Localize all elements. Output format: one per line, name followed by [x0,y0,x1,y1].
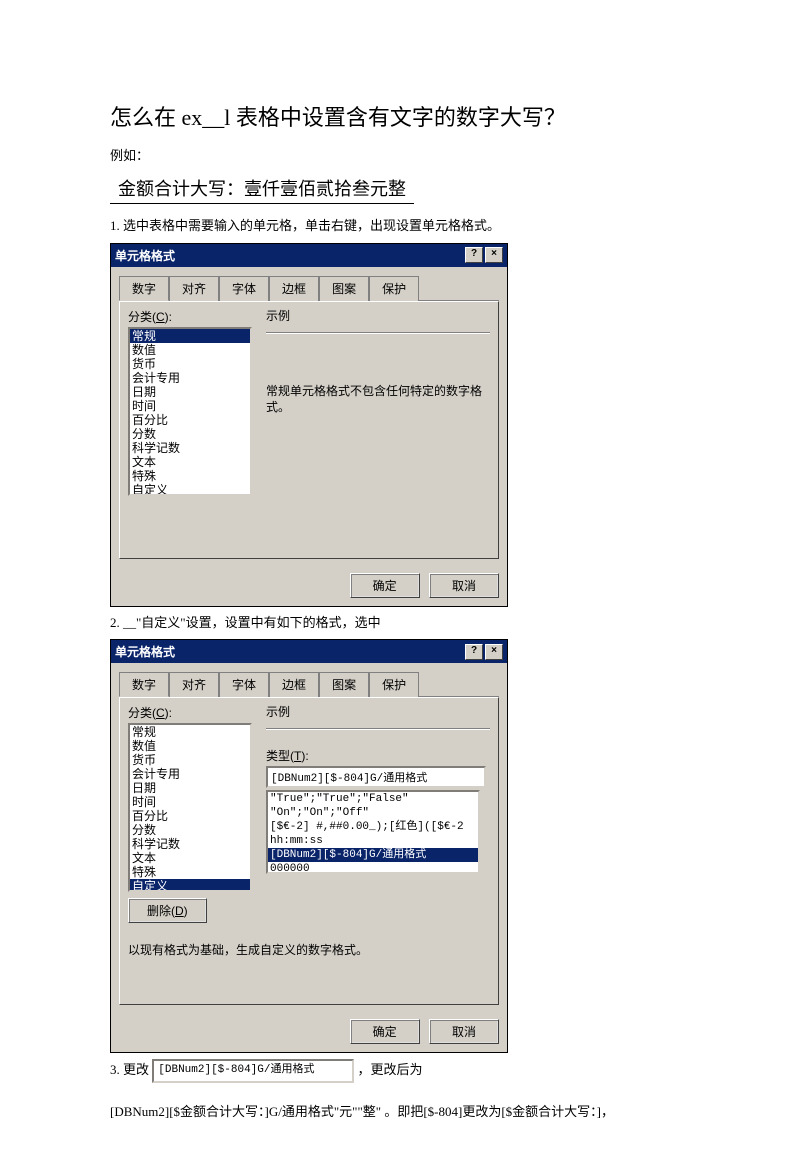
list-item[interactable]: "True";"True";"False" [268,792,478,806]
tab-font[interactable]: 字体 [219,672,269,697]
delete-button[interactable]: 删除(D) [128,898,207,923]
list-item[interactable]: 日期 [130,385,250,399]
page-title: 怎么在 ex__l 表格中设置含有文字的数字大写？ [110,100,683,132]
tab-align[interactable]: 对齐 [169,276,219,301]
sample-label: 示例 [266,307,490,324]
dialog-cell-format-2: 单元格格式 ? × 数字 对齐 字体 边框 图案 保护 分类(C): 常规数值货… [110,639,508,1053]
list-item[interactable]: 000000 [268,862,478,874]
list-item[interactable]: 百分比 [130,413,250,427]
list-item[interactable]: 自定义 [130,879,250,892]
help-button[interactable]: ? [465,247,483,263]
list-item[interactable]: 时间 [130,795,250,809]
example-text: 金额合计大写：壹仟壹佰贰拾叁元整 [110,173,414,204]
step-1: 1. 选中表格中需要输入的单元格，单击右键，出现设置单元格格式。 [110,216,683,237]
sample-label: 示例 [266,703,490,720]
list-item[interactable]: [$€-2] #,##0.00_);[红色]([$€-2 [268,820,478,834]
list-item[interactable]: 常规 [130,329,250,343]
tab-border[interactable]: 边框 [269,276,319,301]
step-3: 3. 更改 [DBNum2][$-804]G/通用格式 ，更改后为 [110,1059,683,1083]
cancel-button[interactable]: 取消 [429,1019,499,1044]
list-item[interactable]: 分数 [130,823,250,837]
step-3-format-box: [DBNum2][$-804]G/通用格式 [152,1059,354,1083]
list-item[interactable]: "On";"On";"Off" [268,806,478,820]
tabstrip: 数字 对齐 字体 边框 图案 保护 [119,275,499,301]
list-item[interactable]: 文本 [130,851,250,865]
type-listbox[interactable]: "True";"True";"False""On";"On";"Off"[$€-… [266,790,480,874]
titlebar: 单元格格式 ? × [111,244,507,267]
list-item[interactable]: hh:mm:ss [268,834,478,848]
ok-button[interactable]: 确定 [350,573,420,598]
category-label: 分类(C): [128,308,258,325]
list-item[interactable]: 文本 [130,455,250,469]
list-item[interactable]: 特殊 [130,469,250,483]
list-item[interactable]: 会计专用 [130,767,250,781]
dialog-cell-format-1: 单元格格式 ? × 数字 对齐 字体 边框 图案 保护 分类(C): 常规数值货… [110,243,508,607]
category-label: 分类(C): [128,704,258,721]
final-line: [DBNum2][$金额合计大写：]G/通用格式"元""整" 。即把[$-804… [110,1101,683,1120]
step-3-prefix: 3. 更改 [110,1062,149,1077]
format-description: 常规单元格格式不包含任何特定的数字格式。 [266,383,490,417]
tab-protect[interactable]: 保护 [369,276,419,301]
example-label: 例如： [110,146,683,167]
list-item[interactable]: 货币 [130,753,250,767]
tab-border[interactable]: 边框 [269,672,319,697]
step-3-suffix: ，更改后为 [358,1062,423,1077]
dialog-title: 单元格格式 [115,247,465,264]
help-button[interactable]: ? [465,644,483,660]
tab-pattern[interactable]: 图案 [319,276,369,301]
tab-align[interactable]: 对齐 [169,672,219,697]
list-item[interactable]: 分数 [130,427,250,441]
list-item[interactable]: 科学记数 [130,441,250,455]
list-item[interactable]: 数值 [130,739,250,753]
step-2: 2. __"自定义"设置，设置中有如下的格式，选中 [110,613,683,634]
list-item[interactable]: 常规 [130,725,250,739]
list-item[interactable]: 时间 [130,399,250,413]
tab-pattern[interactable]: 图案 [319,672,369,697]
list-item[interactable]: 数值 [130,343,250,357]
tab-number[interactable]: 数字 [119,672,169,697]
tabstrip: 数字 对齐 字体 边框 图案 保护 [119,671,499,697]
list-item[interactable]: [DBNum2][$-804]G/通用格式 [268,848,478,862]
titlebar: 单元格格式 ? × [111,640,507,663]
type-input[interactable]: [DBNum2][$-804]G/通用格式 [266,766,486,788]
custom-format-description: 以现有格式为基础，生成自定义的数字格式。 [128,941,490,958]
list-item[interactable]: 特殊 [130,865,250,879]
tab-number[interactable]: 数字 [119,276,169,301]
list-item[interactable]: 科学记数 [130,837,250,851]
tab-font[interactable]: 字体 [219,276,269,301]
tab-protect[interactable]: 保护 [369,672,419,697]
list-item[interactable]: 日期 [130,781,250,795]
ok-button[interactable]: 确定 [350,1019,420,1044]
list-item[interactable]: 自定义 [130,483,250,496]
list-item[interactable]: 货币 [130,357,250,371]
list-item[interactable]: 百分比 [130,809,250,823]
dialog-title: 单元格格式 [115,643,465,660]
close-button[interactable]: × [485,644,503,660]
close-button[interactable]: × [485,247,503,263]
category-listbox[interactable]: 常规数值货币会计专用日期时间百分比分数科学记数文本特殊自定义 [128,723,252,892]
category-listbox[interactable]: 常规数值货币会计专用日期时间百分比分数科学记数文本特殊自定义 [128,327,252,496]
list-item[interactable]: 会计专用 [130,371,250,385]
type-label: 类型(T): [266,747,490,764]
cancel-button[interactable]: 取消 [429,573,499,598]
